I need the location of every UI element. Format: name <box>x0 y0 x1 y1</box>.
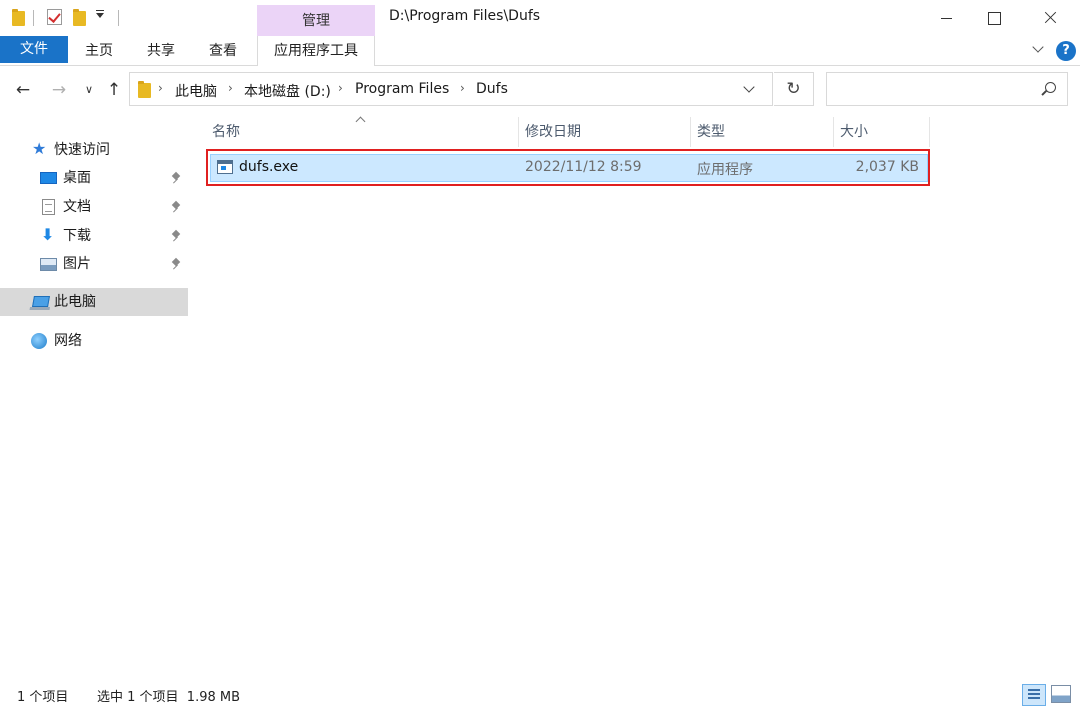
sidebar-item-quick-access[interactable]: ★ 快速访问 <box>0 136 188 164</box>
download-icon: ⬇ <box>41 225 55 244</box>
minimize-button[interactable] <box>924 0 970 36</box>
search-icon[interactable] <box>1045 82 1056 93</box>
item-count: 1 个项目 <box>17 690 69 705</box>
sidebar-item-label: 桌面 <box>63 170 91 186</box>
breadcrumb-this-pc[interactable]: 此电脑 <box>175 81 217 101</box>
title-bar: 管理 D:\Program Files\Dufs <box>0 0 1080 37</box>
toolbar-separator <box>33 10 34 26</box>
star-icon: ★ <box>32 139 47 158</box>
tab-file[interactable]: 文件 <box>0 36 68 63</box>
sidebar-item-label: 下载 <box>63 228 91 244</box>
folder-icon <box>138 81 151 98</box>
sidebar-item-label: 网络 <box>54 333 82 349</box>
pin-icon[interactable] <box>172 202 180 213</box>
address-bar[interactable]: › 此电脑 › 本地磁盘 (D:) › Program Files › Dufs <box>129 72 773 106</box>
customize-toolbar-dropdown-icon[interactable] <box>96 10 104 18</box>
status-bar: 1 个项目 选中 1 个项目 1.98 MB <box>0 680 1080 710</box>
highlight-annotation-box <box>206 149 930 186</box>
back-button[interactable]: ← <box>12 79 34 101</box>
breadcrumb-separator[interactable]: › <box>338 81 343 95</box>
file-list: 名称 修改日期 类型 大小 dufs.exe 2022/11/12 8:59 应… <box>190 114 1080 674</box>
breadcrumb-program-files[interactable]: Program Files <box>355 81 449 97</box>
column-header-name[interactable]: 名称 <box>212 117 240 147</box>
up-button[interactable]: ↑ <box>104 79 124 101</box>
tab-share[interactable]: 共享 <box>138 36 184 66</box>
column-header-type[interactable]: 类型 <box>697 117 725 147</box>
address-dropdown-icon[interactable] <box>745 85 753 93</box>
pictures-icon <box>40 258 57 271</box>
tab-home[interactable]: 主页 <box>76 36 122 66</box>
help-icon[interactable]: ? <box>1056 41 1076 61</box>
properties-icon[interactable] <box>47 9 62 25</box>
column-header-size[interactable]: 大小 <box>840 117 868 147</box>
sidebar-item-downloads[interactable]: ⬇ 下载 <box>0 222 188 250</box>
navigation-bar: ← → ∨ ↑ › 此电脑 › 本地磁盘 (D:) › Program File… <box>0 67 1080 113</box>
column-separator[interactable] <box>518 117 519 147</box>
folder-icon <box>12 9 25 26</box>
column-separator[interactable] <box>929 117 930 147</box>
large-icons-view-icon[interactable] <box>1051 685 1071 703</box>
sidebar-item-desktop[interactable]: 桌面 <box>0 164 188 192</box>
recent-locations-button[interactable]: ∨ <box>82 79 96 101</box>
ribbon-tabs: 文件 主页 共享 查看 应用程序工具 ? <box>0 36 1080 66</box>
sidebar-item-label: 文档 <box>63 199 91 215</box>
breadcrumb-separator[interactable]: › <box>228 81 233 95</box>
pin-icon[interactable] <box>172 259 180 270</box>
computer-icon <box>32 296 50 307</box>
sidebar-item-this-pc[interactable]: 此电脑 <box>0 288 188 316</box>
window-title: D:\Program Files\Dufs <box>389 8 541 24</box>
sidebar-item-documents[interactable]: 文档 <box>0 193 188 221</box>
breadcrumb-separator[interactable]: › <box>158 81 163 95</box>
pin-icon[interactable] <box>172 173 180 184</box>
expand-ribbon-chevron-icon[interactable] <box>1033 44 1043 54</box>
sidebar-item-label: 图片 <box>63 256 91 272</box>
sidebar-item-network[interactable]: 网络 <box>0 327 188 355</box>
forward-button[interactable]: → <box>48 79 70 101</box>
details-view-icon[interactable] <box>1022 684 1046 706</box>
sidebar-item-label: 快速访问 <box>54 142 110 158</box>
toolbar-separator <box>118 10 119 26</box>
breadcrumb-local-disk-d[interactable]: 本地磁盘 (D:) <box>244 81 331 101</box>
network-icon <box>31 333 47 349</box>
selection-info: 选中 1 个项目 1.98 MB <box>97 690 241 705</box>
navigation-pane: ★ 快速访问 桌面 文档 ⬇ 下载 图片 此电脑 网络 <box>0 114 190 674</box>
column-separator[interactable] <box>833 117 834 147</box>
sidebar-item-label: 此电脑 <box>54 294 96 310</box>
refresh-button[interactable]: ↻ <box>774 72 814 106</box>
breadcrumb-separator[interactable]: › <box>460 81 465 95</box>
pin-icon[interactable] <box>172 231 180 242</box>
column-separator[interactable] <box>690 117 691 147</box>
new-folder-icon[interactable] <box>73 9 86 26</box>
column-header-date-modified[interactable]: 修改日期 <box>525 117 581 147</box>
search-input[interactable] <box>826 72 1068 106</box>
document-icon <box>42 199 55 215</box>
sidebar-item-pictures[interactable]: 图片 <box>0 250 188 278</box>
tab-view[interactable]: 查看 <box>200 36 246 66</box>
sort-ascending-icon <box>356 114 364 122</box>
breadcrumb-dufs[interactable]: Dufs <box>476 81 508 97</box>
desktop-icon <box>40 172 57 184</box>
close-button[interactable] <box>1028 0 1074 36</box>
tab-application-tools[interactable]: 应用程序工具 <box>257 36 375 66</box>
maximize-button[interactable] <box>970 0 1016 36</box>
manage-context-tab-header: 管理 <box>257 5 375 37</box>
